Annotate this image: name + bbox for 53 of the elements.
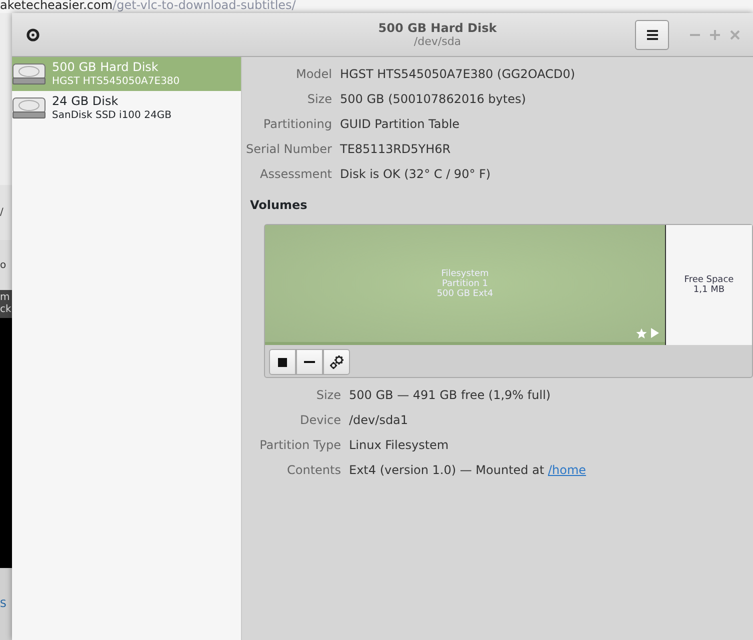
- field-value: 500 GB — 491 GB free (1,9% full): [349, 386, 551, 404]
- partition-label: Filesystem Partition 1 500 GB Ext4: [436, 268, 494, 298]
- menu-button[interactable]: [635, 20, 669, 50]
- partition-block[interactable]: Filesystem Partition 1 500 GB Ext4: [265, 225, 665, 345]
- field-label: Serial Number: [245, 140, 333, 158]
- disk-model: HGST HTS545050A7E380: [52, 75, 180, 88]
- hard-disk-icon: [12, 63, 46, 85]
- field-value: Ext4 (version 1.0) — Mounted at /home: [349, 462, 586, 478]
- field-label: Size: [306, 90, 333, 108]
- close-icon: [730, 30, 740, 40]
- field-value: TE85113RD5YH6R: [340, 140, 451, 158]
- maximize-icon: [710, 30, 720, 40]
- mount-point-link[interactable]: /home: [548, 462, 586, 476]
- text-fragment: /: [0, 206, 4, 220]
- volumes-heading: Volumes: [249, 197, 308, 214]
- field-value: Disk is OK (32° C / 90° F): [340, 166, 491, 182]
- text-fragment: S: [0, 598, 6, 612]
- free-space-block[interactable]: Free Space 1,1 MB: [665, 225, 752, 345]
- url-text: aketecheasier.com/get-vlc-to-download-subtitles/: [0, 0, 296, 11]
- disk-name: 500 GB Hard Disk: [52, 60, 160, 75]
- menu-icon: [646, 30, 658, 40]
- window-subtitle: /dev/sda: [414, 35, 462, 48]
- disc-icon: [26, 28, 40, 42]
- field-value: Linux Filesystem: [349, 436, 449, 454]
- stop-icon: [278, 358, 287, 366]
- field-value: 500 GB (500107862016 bytes): [340, 90, 526, 108]
- field-label: Device: [298, 412, 342, 428]
- star-icon: [636, 328, 647, 339]
- unmount-button[interactable]: [269, 349, 296, 375]
- field-label: Partition Type: [258, 436, 342, 454]
- disk-list-item[interactable]: 500 GB Hard Disk HGST HTS545050A7E380: [12, 57, 241, 91]
- text-fragment: m: [0, 292, 10, 304]
- field-label: Assessment: [259, 166, 333, 182]
- delete-partition-button[interactable]: [296, 349, 323, 375]
- window-title: 500 GB Hard Disk: [378, 21, 497, 35]
- field-value: HGST HTS545050A7E380 (GG2OACD0): [340, 66, 576, 82]
- settings-button[interactable]: [323, 349, 350, 375]
- play-icon: [651, 328, 659, 338]
- gears-icon: [328, 354, 344, 370]
- text-fragment: ck: [0, 304, 12, 316]
- field-label: Size: [315, 386, 342, 404]
- disk-model: SanDisk SSD i100 24GB: [52, 109, 172, 122]
- minus-icon: [304, 361, 315, 363]
- field-value: /dev/sda1: [349, 412, 408, 428]
- disk-name: 24 GB Disk: [52, 94, 120, 109]
- text-fragment: o: [0, 258, 6, 272]
- field-label: Partitioning: [262, 116, 333, 132]
- disk-list-item[interactable]: 24 GB Disk SanDisk SSD i100 24GB: [12, 91, 241, 125]
- partition-label: Free Space 1,1 MB: [684, 275, 734, 295]
- hard-disk-icon: [12, 97, 46, 119]
- field-value: GUID Partition Table: [340, 116, 460, 132]
- field-label: Contents: [286, 462, 342, 478]
- field-label: Model: [294, 66, 333, 82]
